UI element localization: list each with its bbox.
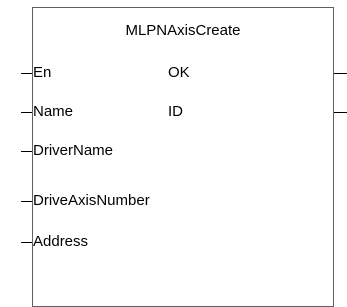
output-pin-ok: OK (168, 64, 190, 81)
input-pin-en: En (33, 64, 52, 81)
output-pin-line-ok (334, 73, 347, 74)
input-pin-line-en (21, 73, 32, 74)
input-pin-address: Address (33, 233, 89, 250)
input-pin-line-driveaxisnumber (21, 201, 32, 202)
function-block-diagram: MLPNAxisCreate En Name DriverName DriveA… (0, 0, 347, 307)
input-pin-driveaxisnumber: DriveAxisNumber (33, 192, 150, 209)
input-pin-line-address (21, 242, 32, 243)
input-pin-drivername: DriverName (33, 142, 114, 159)
input-pin-line-name (21, 112, 32, 113)
output-pin-id: ID (168, 103, 183, 120)
input-pin-line-drivername (21, 151, 32, 152)
function-block-title: MLPNAxisCreate (125, 22, 241, 39)
output-pin-line-id (334, 112, 347, 113)
input-pin-name: Name (33, 103, 74, 120)
